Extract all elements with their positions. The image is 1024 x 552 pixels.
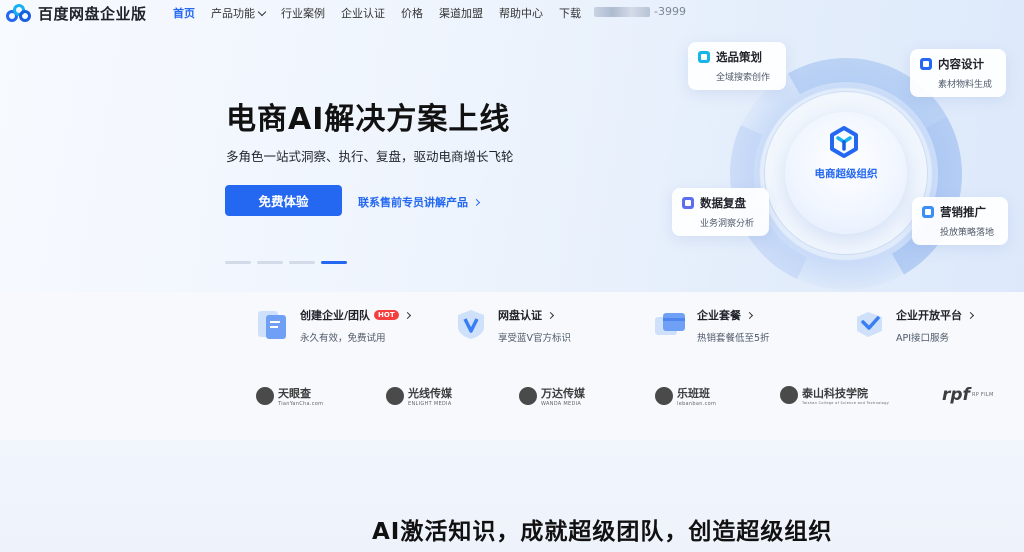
nav-item-home[interactable]: 首页: [173, 5, 195, 21]
feature-create-team[interactable]: 创建企业/团队 HOT 永久有效，免费试用: [256, 307, 411, 344]
nav-item-features[interactable]: 产品功能: [211, 5, 267, 21]
carousel-indicators: [225, 261, 347, 264]
verified-v-icon: [458, 310, 484, 339]
contact-phone[interactable]: -3999: [594, 5, 686, 18]
image-icon: [920, 58, 932, 70]
carousel-dot[interactable]: [289, 261, 315, 264]
feature-title: 创建企业/团队: [300, 309, 371, 322]
partner-mark: [655, 387, 673, 405]
chevron-down-icon: [257, 7, 267, 17]
partner-name: 万达传媒: [541, 387, 585, 400]
lightbulb-icon: [698, 51, 710, 63]
chevron-right-icon: [966, 311, 975, 319]
section-title: AI激活知识，成就超级团队，创造超级组织: [372, 519, 833, 545]
brand-logo[interactable]: 百度网盘企业版: [6, 3, 147, 24]
partner-mark: [519, 387, 537, 405]
feature-certification[interactable]: 网盘认证 享受蓝V官方标识: [454, 307, 571, 344]
partner-name: 天眼查: [278, 387, 311, 400]
core-label: 电商超级组织: [814, 168, 878, 180]
phone-suffix: -3999: [654, 5, 686, 18]
nav-item-pricing[interactable]: 价格: [401, 5, 423, 21]
partner-name: 泰山科技学院: [802, 387, 868, 400]
megaphone-icon: [922, 206, 934, 218]
contact-sales-link[interactable]: 联系售前专员讲解产品: [358, 194, 481, 210]
partner-logo-tianyancha: 天眼查 TianYanCha.com: [256, 385, 323, 407]
cloud-logo-icon: [6, 3, 32, 24]
partner-mark: [256, 387, 274, 405]
nav-menu: 首页 产品功能 行业案例 企业认证 价格 渠道加盟 帮助中心 下载: [173, 5, 597, 21]
feature-title: 企业套餐: [697, 309, 741, 322]
chart-icon: [682, 197, 694, 209]
partner-sub: ENLIGHT MEDIA: [408, 401, 452, 407]
card-title: 营销推广: [940, 205, 986, 219]
partner-name: 乐班班: [677, 387, 710, 400]
card-product-planning[interactable]: 选品策划 全域搜索创作: [688, 42, 786, 90]
partner-sub: Taishan College of Science and Technolog…: [802, 401, 890, 405]
card-title: 数据复盘: [700, 196, 746, 210]
nav-item-help[interactable]: 帮助中心: [499, 5, 543, 21]
handshake-icon: [857, 312, 882, 337]
partner-sub: TianYanCha.com: [278, 401, 324, 407]
feature-subtitle: 永久有效，免费试用: [300, 333, 386, 344]
card-subtitle: 业务洞察分析: [700, 219, 755, 229]
brand-name: 百度网盘企业版: [38, 5, 147, 23]
partner-mark: [780, 386, 798, 404]
hexagon-logo-icon: [830, 126, 858, 158]
carousel-dot-active[interactable]: [321, 261, 347, 264]
feature-subtitle: API接口服务: [896, 333, 950, 344]
free-trial-button[interactable]: 免费体验: [225, 185, 342, 216]
partner-logo-wanda: 万达传媒 WANDA MEDIA: [519, 385, 585, 407]
feature-subtitle: 热销套餐低至5折: [697, 333, 770, 344]
nav-item-channel[interactable]: 渠道加盟: [439, 5, 483, 21]
partner-logo-rpf: rpf RP FILM: [942, 385, 994, 405]
blurred-phone-digits: [594, 7, 650, 17]
carousel-dot[interactable]: [225, 261, 251, 264]
nav-item-download[interactable]: 下载: [559, 5, 581, 21]
card-subtitle: 素材物料生成: [938, 80, 993, 90]
hero-subtitle: 多角色一站式洞察、执行、复盘，驱动电商增长飞轮: [226, 149, 514, 164]
card-package-icon: [655, 313, 685, 335]
partner-name: 光线传媒: [408, 387, 452, 400]
card-marketing[interactable]: 营销推广 投放策略落地: [912, 197, 1008, 245]
contact-sales-label: 联系售前专员讲解产品: [358, 196, 468, 209]
feature-subtitle: 享受蓝V官方标识: [498, 333, 571, 344]
partner-logo-enlight: 光线传媒 ENLIGHT MEDIA: [386, 385, 452, 407]
card-subtitle: 全域搜索创作: [716, 73, 771, 83]
partner-logo-lebanban: 乐班班 lebanban.com: [655, 385, 716, 407]
chevron-right-icon: [403, 311, 411, 319]
partner-logo-taishan: 泰山科技学院 Taishan College of Science and Tec…: [780, 385, 889, 405]
partner-mark: [386, 387, 404, 405]
card-content-design[interactable]: 内容设计 素材物料生成: [910, 49, 1006, 97]
feature-open-platform[interactable]: 企业开放平台 API接口服务: [852, 307, 975, 344]
feature-title: 网盘认证: [498, 309, 542, 322]
card-title: 选品策划: [716, 50, 762, 64]
feature-title: 企业开放平台: [896, 309, 962, 322]
chevron-right-icon: [546, 311, 555, 319]
card-data-review[interactable]: 数据复盘 业务洞察分析: [672, 188, 769, 236]
chevron-right-icon: [472, 198, 481, 207]
top-nav: 百度网盘企业版 首页 产品功能 行业案例 企业认证 价格 渠道加盟 帮助中心 下…: [0, 0, 1024, 26]
partner-logos: 天眼查 TianYanCha.com 光线传媒 ENLIGHT MEDIA 万达传媒…: [0, 385, 1024, 411]
card-subtitle: 投放策略落地: [940, 228, 995, 238]
carousel-dot[interactable]: [257, 261, 283, 264]
document-stack-icon: [258, 311, 286, 339]
feature-packages[interactable]: 企业套餐 热销套餐低至5折: [653, 307, 770, 344]
nav-item-cases[interactable]: 行业案例: [281, 5, 325, 21]
partner-sub: RP FILM: [971, 392, 994, 398]
partner-name: rpf: [942, 385, 970, 405]
hot-badge: HOT: [374, 310, 399, 320]
nav-item-features-label: 产品功能: [211, 7, 255, 20]
partner-sub: lebanban.com: [677, 401, 717, 407]
hero-title: 电商AI解决方案上线: [226, 102, 511, 137]
partner-sub: WANDA MEDIA: [541, 401, 582, 407]
card-title: 内容设计: [938, 57, 984, 71]
nav-item-certification[interactable]: 企业认证: [341, 5, 385, 21]
chevron-right-icon: [745, 311, 754, 319]
